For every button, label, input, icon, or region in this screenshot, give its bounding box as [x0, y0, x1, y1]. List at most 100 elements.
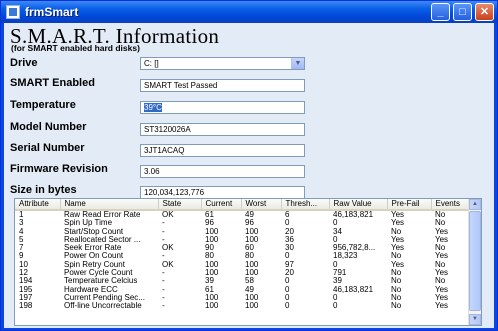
field-value-box[interactable]: SMART Test Passed — [140, 79, 305, 92]
table-row[interactable]: 9 Power On Count - 80 80 0 18,323 No Yes — [15, 252, 470, 260]
field-label: SMART Enabled — [10, 77, 95, 89]
column-header[interactable]: Pre-Fail — [387, 199, 432, 211]
table-row[interactable]: 1 Raw Read Error Rate OK 61 49 6 46,183,821 Yes… — [15, 210, 470, 219]
table-cell: - — [162, 219, 165, 228]
table-row[interactable]: 12 Power Cycle Count - 100 100 20 791 No Yes — [15, 269, 470, 277]
table-cell: 198 — [19, 302, 33, 311]
table-cell: Raw Read Error Rate — [64, 210, 141, 219]
field-label: Temperature — [10, 99, 76, 111]
table-row[interactable]: 198 Off-line Uncorrectable - 100 100 0 0 No Yes — [15, 302, 470, 310]
table-cell: No — [391, 269, 402, 278]
table-cell: 100 — [205, 227, 219, 236]
column-header[interactable]: Worst — [241, 199, 282, 211]
table-cell: 96 — [205, 219, 214, 228]
table-cell: Spin Up Time — [64, 219, 113, 228]
table-row[interactable]: 195 Hardware ECC - 61 49 0 46,183,821 No Yes — [15, 286, 470, 294]
column-header[interactable]: Events — [431, 199, 471, 211]
table-cell: Yes — [391, 219, 405, 228]
table-cell: 5 — [19, 235, 24, 244]
table-row[interactable]: 5 Reallocated Sector ... - 100 100 36 0 Yes Yes — [15, 236, 470, 244]
table-cell: No — [391, 293, 402, 302]
field-label: Size in bytes — [10, 184, 77, 196]
table-cell: 20 — [285, 227, 294, 236]
table-cell: 96 — [245, 219, 254, 228]
table-cell: 100 — [205, 235, 219, 244]
table-cell: 197 — [19, 293, 33, 302]
field-value-box[interactable]: 3JT1ACAQ — [140, 144, 305, 157]
title-bar[interactable]: frmSmart _ □ ✕ — [1, 1, 497, 23]
table-cell: 18,323 — [333, 252, 358, 261]
table-cell: 80 — [205, 252, 214, 261]
table-cell: Yes — [435, 285, 449, 294]
field-value: 3.06 — [144, 167, 160, 176]
chevron-down-icon[interactable]: ▼ — [291, 58, 304, 69]
table-cell: 100 — [245, 227, 259, 236]
field-value: 120,034,123,776 — [144, 188, 205, 197]
table-row[interactable]: 194 Temperature Celcius - 39 58 0 39 No No — [15, 277, 470, 285]
table-cell: 100 — [205, 269, 219, 278]
table-cell: 100 — [245, 302, 259, 311]
table-cell: No — [435, 244, 446, 253]
table-cell: Yes — [435, 235, 449, 244]
table-cell: 956,782,8... — [333, 244, 376, 253]
table-cell: 80 — [245, 252, 254, 261]
table-cell: Yes — [435, 252, 449, 261]
table-row[interactable]: 197 Current Pending Sec... - 100 100 0 0 No Yes — [15, 294, 470, 302]
scroll-up-arrow-icon[interactable]: ▲ — [469, 199, 481, 210]
field-value-box[interactable]: 39°C — [140, 101, 305, 114]
table-cell: 100 — [245, 269, 259, 278]
table-row[interactable]: 7 Seek Error Rate OK 90 60 30 956,782,8... Yes N… — [15, 244, 470, 252]
table-cell: Yes — [391, 260, 405, 269]
table-cell: 90 — [205, 244, 214, 253]
field-label: Model Number — [10, 121, 87, 133]
table-cell: No — [391, 227, 402, 236]
table-row[interactable]: 3 Spin Up Time - 96 96 0 0 Yes No — [15, 219, 470, 227]
table-cell: Power On Count — [64, 252, 124, 261]
table-cell: 1 — [19, 210, 24, 219]
table-cell: Yes — [435, 293, 449, 302]
smart-attributes-table[interactable]: Attribute Name State Current Worst Thresh... R… — [14, 198, 482, 326]
table-cell: 61 — [205, 210, 214, 219]
column-header[interactable]: Current — [201, 199, 242, 211]
table-cell: - — [162, 252, 165, 261]
table-cell: 0 — [285, 252, 290, 261]
column-header[interactable]: Name — [60, 199, 159, 211]
table-cell: - — [162, 235, 165, 244]
drive-dropdown[interactable]: C: [] ▼ — [140, 57, 305, 70]
table-cell: 100 — [205, 302, 219, 311]
column-header[interactable]: Raw Value — [329, 199, 388, 211]
field-value-box[interactable]: 3.06 — [140, 165, 305, 178]
vertical-scrollbar[interactable]: ▲ ▼ — [468, 199, 481, 325]
table-cell: Yes — [435, 302, 449, 311]
table-cell: Seek Error Rate — [64, 244, 122, 253]
scroll-down-arrow-icon[interactable]: ▼ — [469, 314, 481, 325]
close-button[interactable]: ✕ — [475, 3, 494, 21]
field-value-box[interactable]: ST3120026A — [140, 123, 305, 136]
table-cell: 9 — [19, 252, 24, 261]
table-cell: 3 — [19, 219, 24, 228]
maximize-button[interactable]: □ — [453, 3, 472, 21]
table-cell: No — [391, 252, 402, 261]
scroll-thumb[interactable] — [469, 211, 481, 311]
table-cell: 791 — [333, 269, 347, 278]
column-header[interactable]: State — [158, 199, 202, 211]
table-cell: OK — [162, 244, 174, 253]
minimize-button[interactable]: _ — [431, 3, 450, 21]
table-cell: 30 — [285, 244, 294, 253]
column-header[interactable]: Thresh... — [281, 199, 330, 211]
column-header[interactable]: Attribute — [15, 199, 61, 211]
table-row[interactable]: 4 Start/Stop Count - 100 100 20 34 No Yes — [15, 228, 470, 236]
app-icon[interactable] — [6, 5, 20, 19]
table-cell: No — [435, 219, 446, 228]
table-cell: 10 — [19, 260, 28, 269]
table-cell: No — [435, 260, 446, 269]
table-cell: 0 — [285, 285, 290, 294]
table-row[interactable]: 10 Spin Retry Count OK 100 100 97 0 Yes No — [15, 261, 470, 269]
table-cell: Reallocated Sector ... — [64, 235, 141, 244]
table-header-row: Attribute Name State Current Worst Thresh... R… — [15, 199, 471, 211]
table-cell: 194 — [19, 277, 33, 286]
table-body: 1 Raw Read Error Rate OK 61 49 6 46,183,821 Yes… — [15, 210, 470, 311]
table-cell: 0 — [285, 293, 290, 302]
table-cell: 0 — [333, 302, 338, 311]
table-cell: Yes — [391, 210, 405, 219]
